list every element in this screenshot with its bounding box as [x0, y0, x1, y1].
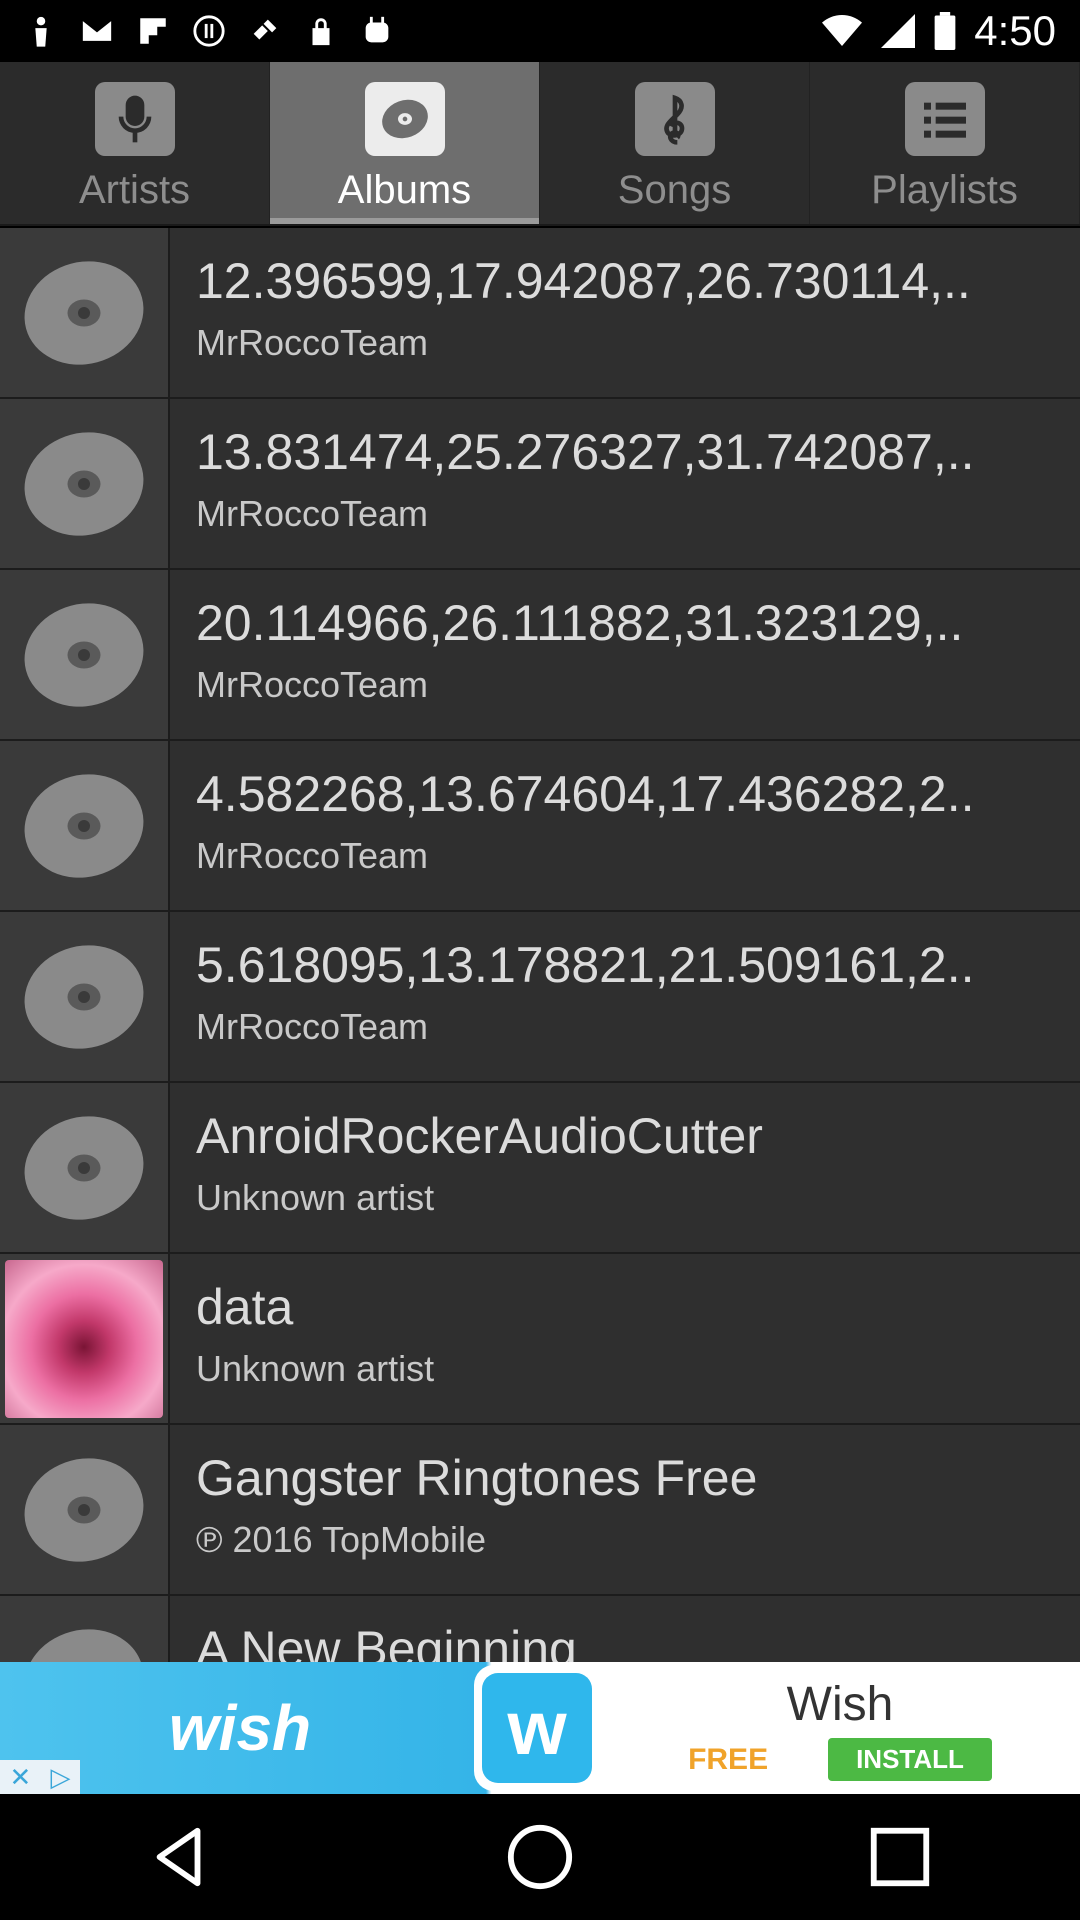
- disc-icon: [24, 602, 144, 707]
- signal-icon: [881, 14, 916, 48]
- tab-playlists[interactable]: Playlists: [810, 62, 1080, 224]
- notification-icons: [24, 14, 394, 48]
- satellite-icon: [250, 19, 277, 46]
- close-icon[interactable]: ✕: [10, 1762, 32, 1793]
- album-art: [0, 399, 170, 568]
- tab-label: Albums: [337, 168, 472, 212]
- list-item[interactable]: 4.582268,13.674604,17.436282,2.. MrRoccoT…: [0, 741, 1080, 912]
- disc-icon: [24, 260, 144, 365]
- ad-free-label: FREE: [688, 1742, 769, 1776]
- flipboard-icon: [140, 18, 166, 44]
- wifi-icon: [822, 15, 863, 46]
- list-item[interactable]: Gangster Ringtones Free ℗ 2016 TopMobile: [0, 1425, 1080, 1596]
- disc-icon: [24, 773, 144, 878]
- recents-icon[interactable]: [865, 1822, 935, 1892]
- mail-icon: [82, 21, 112, 41]
- ad-banner[interactable]: wish w Wish FREE INSTALL ✕ ▷: [0, 1662, 1080, 1794]
- album-art: [0, 570, 170, 739]
- album-artist: MrRoccoTeam: [196, 1006, 429, 1047]
- album-title: data: [196, 1279, 294, 1335]
- tab-songs[interactable]: Songs: [540, 62, 810, 224]
- album-list[interactable]: 12.396599,17.942087,26.730114,.. MrRoccoT…: [0, 228, 1080, 1662]
- record-icon: [193, 15, 225, 47]
- album-art: [0, 1083, 170, 1252]
- android-icon: [365, 16, 389, 43]
- album-art: [0, 1425, 170, 1594]
- album-artist: Unknown artist: [196, 1177, 435, 1218]
- person-icon: [35, 16, 47, 47]
- adchoices-icon[interactable]: ▷: [50, 1762, 70, 1793]
- album-art: [0, 1596, 170, 1662]
- list-item[interactable]: 12.396599,17.942087,26.730114,.. MrRoccoT…: [0, 228, 1080, 399]
- disc-icon: [24, 1628, 144, 1662]
- navigation-bar: [0, 1794, 1080, 1920]
- lock-icon: [312, 18, 330, 46]
- album-artist: MrRoccoTeam: [196, 493, 429, 534]
- album-title: A New Beginning: [196, 1621, 577, 1662]
- album-title: 20.114966,26.111882,31.323129,..: [196, 595, 964, 651]
- album-art: [0, 741, 170, 910]
- list-item[interactable]: 13.831474,25.276327,31.742087,.. MrRoccoT…: [0, 399, 1080, 570]
- tab-artists[interactable]: Artists: [0, 62, 270, 224]
- clock: 4:50: [974, 7, 1056, 54]
- rose-photo: [5, 1259, 163, 1418]
- tab-albums[interactable]: Albums: [270, 62, 540, 224]
- album-artist: Unknown artist: [196, 1348, 435, 1389]
- ad-choices[interactable]: ✕ ▷: [0, 1760, 80, 1794]
- ad-wordmark: wish: [168, 1692, 312, 1764]
- list-item[interactable]: 20.114966,26.111882,31.323129,.. MrRoccoT…: [0, 570, 1080, 741]
- album-art: [0, 228, 170, 397]
- list-item[interactable]: 5.618095,13.178821,21.509161,2.. MrRoccoT…: [0, 912, 1080, 1083]
- tab-bar: Artists Albums Songs Playlists: [0, 62, 1080, 226]
- home-icon[interactable]: [505, 1822, 575, 1892]
- album-title: 12.396599,17.942087,26.730114,..: [196, 253, 971, 309]
- back-icon[interactable]: [145, 1822, 215, 1892]
- ad-logo-letter: w: [482, 1673, 592, 1783]
- status-right: 4:50: [822, 7, 1056, 55]
- ad-title: Wish: [786, 1678, 894, 1731]
- album-title: AnroidRockerAudioCutter: [196, 1108, 763, 1164]
- disc-icon: [24, 1115, 144, 1220]
- album-artist: ℗ 2016 TopMobile: [196, 1519, 487, 1560]
- status-bar: 4:50: [0, 0, 1080, 62]
- album-disc-icon: [364, 82, 445, 156]
- tab-label: Playlists: [871, 168, 1018, 212]
- tab-label: Songs: [617, 168, 732, 212]
- album-artist: MrRoccoTeam: [196, 835, 429, 876]
- list-item[interactable]: AnroidRockerAudioCutter Unknown artist: [0, 1083, 1080, 1254]
- install-button[interactable]: INSTALL: [828, 1738, 992, 1781]
- treble-clef-icon: [634, 82, 715, 156]
- wish-logo-icon: w: [474, 1665, 600, 1791]
- list-item[interactable]: A New Beginning: [0, 1596, 1080, 1662]
- album-title: 4.582268,13.674604,17.436282,2..: [196, 766, 975, 822]
- list-item[interactable]: data Unknown artist: [0, 1254, 1080, 1425]
- playlist-icon: [904, 82, 985, 156]
- disc-icon: [24, 944, 144, 1049]
- microphone-icon: [94, 82, 175, 156]
- album-title: 13.831474,25.276327,31.742087,..: [196, 424, 975, 480]
- album-artist: MrRoccoTeam: [196, 322, 429, 363]
- disc-icon: [24, 1457, 144, 1562]
- album-art: [0, 912, 170, 1081]
- ad-details: Wish FREE INSTALL: [600, 1675, 1080, 1781]
- tab-label: Artists: [78, 168, 191, 212]
- battery-icon: [934, 12, 956, 50]
- album-art: [0, 1254, 170, 1423]
- album-title: Gangster Ringtones Free: [196, 1450, 758, 1506]
- disc-icon: [24, 431, 144, 536]
- album-title: 5.618095,13.178821,21.509161,2..: [196, 937, 975, 993]
- album-artist: MrRoccoTeam: [196, 664, 429, 705]
